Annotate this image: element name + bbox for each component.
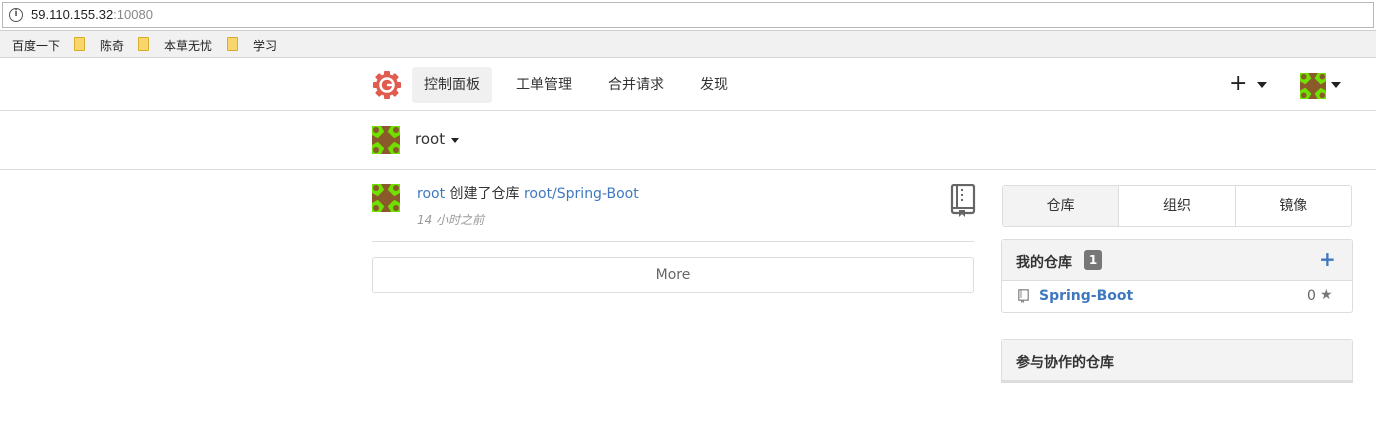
feed-action-text: 创建了仓库 [449, 186, 520, 202]
nav-dashboard[interactable]: 控制面板 [412, 67, 492, 103]
feed-item-text: root 创建了仓库 root/Spring-Boot [417, 183, 639, 203]
context-bar: root [0, 112, 1376, 170]
tab-mirrors[interactable]: 镜像 [1236, 186, 1351, 226]
chevron-down-icon[interactable] [451, 138, 459, 143]
top-navbar: 控制面板 工单管理 合并请求 发现 + [0, 59, 1376, 111]
folder-icon [74, 37, 85, 51]
collab-repos-panel: 参与协作的仓库 [1001, 339, 1353, 383]
bookmark-baidu[interactable]: 百度一下 [12, 37, 60, 54]
nav-pull-requests[interactable]: 合并请求 [596, 67, 676, 103]
url-field[interactable]: i 59.110.155.32:10080 [2, 2, 1374, 28]
collab-repos-header: 参与协作的仓库 [1002, 340, 1352, 382]
repo-icon [1018, 289, 1029, 303]
gogs-logo-icon[interactable] [372, 70, 402, 100]
repo-list-item[interactable]: Spring-Boot 0 ★ [1002, 281, 1352, 312]
nav-explore[interactable]: 发现 [688, 67, 740, 103]
tab-organizations[interactable]: 组织 [1119, 186, 1236, 226]
bookmark-study[interactable]: 学习 [253, 37, 277, 54]
feed-actor-link[interactable]: root [417, 186, 445, 202]
repo-link[interactable]: Spring-Boot [1039, 288, 1133, 304]
identicon-icon [372, 184, 400, 212]
feed-avatar[interactable] [372, 184, 400, 212]
star-icon: ★ [1320, 287, 1333, 303]
url-port: :10080 [113, 7, 153, 22]
feed-repo-link[interactable]: root/Spring-Boot [524, 186, 639, 202]
context-avatar[interactable] [372, 126, 400, 154]
my-repos-panel: 我的仓库 1 + Spring-Boot 0 ★ [1001, 239, 1353, 313]
feed-divider [372, 241, 974, 242]
my-repos-header: 我的仓库 1 + [1002, 240, 1352, 281]
my-repos-title: 我的仓库 [1016, 255, 1072, 271]
bookmark-bencao[interactable]: 本草无忧 [164, 37, 212, 54]
sidebar-tabs: 仓库 组织 镜像 [1002, 185, 1352, 227]
bookmarks-bar: 百度一下 陈奇 本草无忧 学习 [0, 31, 1376, 58]
more-button[interactable]: More [372, 257, 974, 293]
bookmark-chenqi[interactable]: 陈奇 [100, 37, 124, 54]
collab-repos-title: 参与协作的仓库 [1016, 355, 1114, 371]
folder-icon [138, 37, 149, 51]
add-repo-button[interactable]: + [1319, 248, 1336, 270]
repo-book-icon [950, 184, 976, 217]
url-host: 59.110.155.32 [31, 7, 114, 22]
repo-star-count: 0 [1307, 288, 1316, 304]
identicon-icon [1300, 73, 1326, 99]
folder-icon [227, 37, 238, 51]
create-new-button[interactable]: + [1229, 73, 1247, 95]
url-text[interactable]: 59.110.155.32:10080 [31, 7, 153, 22]
repo-count-badge: 1 [1084, 250, 1102, 270]
user-avatar[interactable] [1300, 73, 1326, 99]
chevron-down-icon[interactable] [1257, 82, 1267, 88]
nav-issues[interactable]: 工单管理 [504, 67, 584, 103]
context-user-switcher[interactable]: root [415, 130, 445, 148]
identicon-icon [372, 126, 400, 154]
feed-timestamp: 14 小时之前 [417, 213, 485, 227]
chevron-down-icon[interactable] [1331, 82, 1341, 88]
tab-repositories[interactable]: 仓库 [1003, 186, 1120, 226]
address-bar: i 59.110.155.32:10080 [0, 0, 1376, 31]
info-icon[interactable]: i [9, 8, 23, 22]
